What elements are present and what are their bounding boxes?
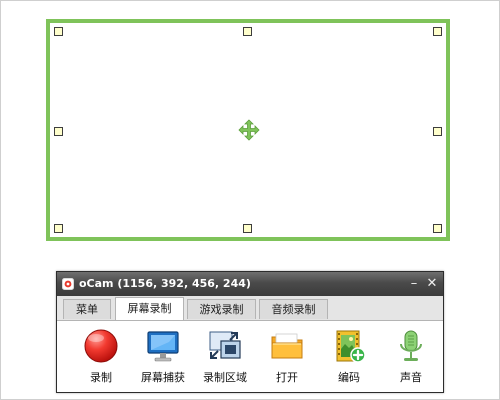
- record-label: 录制: [90, 371, 112, 384]
- tab-audio-recording[interactable]: 音频录制: [259, 299, 328, 319]
- monitor-icon: [147, 331, 179, 362]
- tab-game-recording[interactable]: 游戏录制: [187, 299, 256, 319]
- encode-label: 编码: [338, 371, 360, 384]
- close-button[interactable]: ✕: [424, 276, 440, 292]
- resize-handle-middle-right[interactable]: [433, 127, 442, 136]
- film-add-icon: [336, 330, 366, 363]
- record-button[interactable]: 录制: [75, 325, 127, 389]
- move-icon[interactable]: [237, 118, 261, 142]
- ocam-app-icon: [62, 278, 74, 290]
- record-region-label: 录制区域: [203, 371, 247, 384]
- tab-menu[interactable]: 菜单: [63, 299, 111, 319]
- open-button[interactable]: 打开: [261, 325, 313, 389]
- window-title: oCam (1156, 392, 456, 244): [79, 277, 251, 290]
- resize-handle-bottom-left[interactable]: [54, 224, 63, 233]
- resize-handle-top-center[interactable]: [243, 27, 252, 36]
- minimize-button[interactable]: –: [406, 276, 422, 292]
- microphone-icon: [400, 330, 422, 361]
- screen-capture-button[interactable]: 屏幕捕获: [137, 325, 189, 389]
- tab-screen-recording[interactable]: 屏幕录制: [115, 297, 184, 320]
- sound-label: 声音: [400, 371, 422, 384]
- resize-handle-middle-left[interactable]: [54, 127, 63, 136]
- folder-icon: [271, 333, 303, 359]
- resize-handle-bottom-center[interactable]: [243, 224, 252, 233]
- screen-capture-label: 屏幕捕获: [141, 371, 185, 384]
- resize-handle-bottom-right[interactable]: [433, 224, 442, 233]
- ocam-window: oCam (1156, 392, 456, 244) – ✕ 菜单 屏幕录制 游…: [56, 271, 444, 393]
- sound-button[interactable]: 声音: [385, 325, 437, 389]
- resize-handle-top-right[interactable]: [433, 27, 442, 36]
- record-icon: [84, 329, 118, 363]
- resize-handle-top-left[interactable]: [54, 27, 63, 36]
- record-region-button[interactable]: 录制区域: [199, 325, 251, 389]
- open-label: 打开: [276, 371, 298, 384]
- tool-panel: 录制 屏幕捕获 录制区域 打开 编码 声音: [57, 321, 443, 392]
- tab-bar: 菜单 屏幕录制 游戏录制 音频录制: [57, 296, 443, 321]
- title-bar[interactable]: oCam (1156, 392, 456, 244) – ✕: [57, 272, 443, 296]
- encode-button[interactable]: 编码: [323, 325, 375, 389]
- region-icon: [209, 331, 241, 359]
